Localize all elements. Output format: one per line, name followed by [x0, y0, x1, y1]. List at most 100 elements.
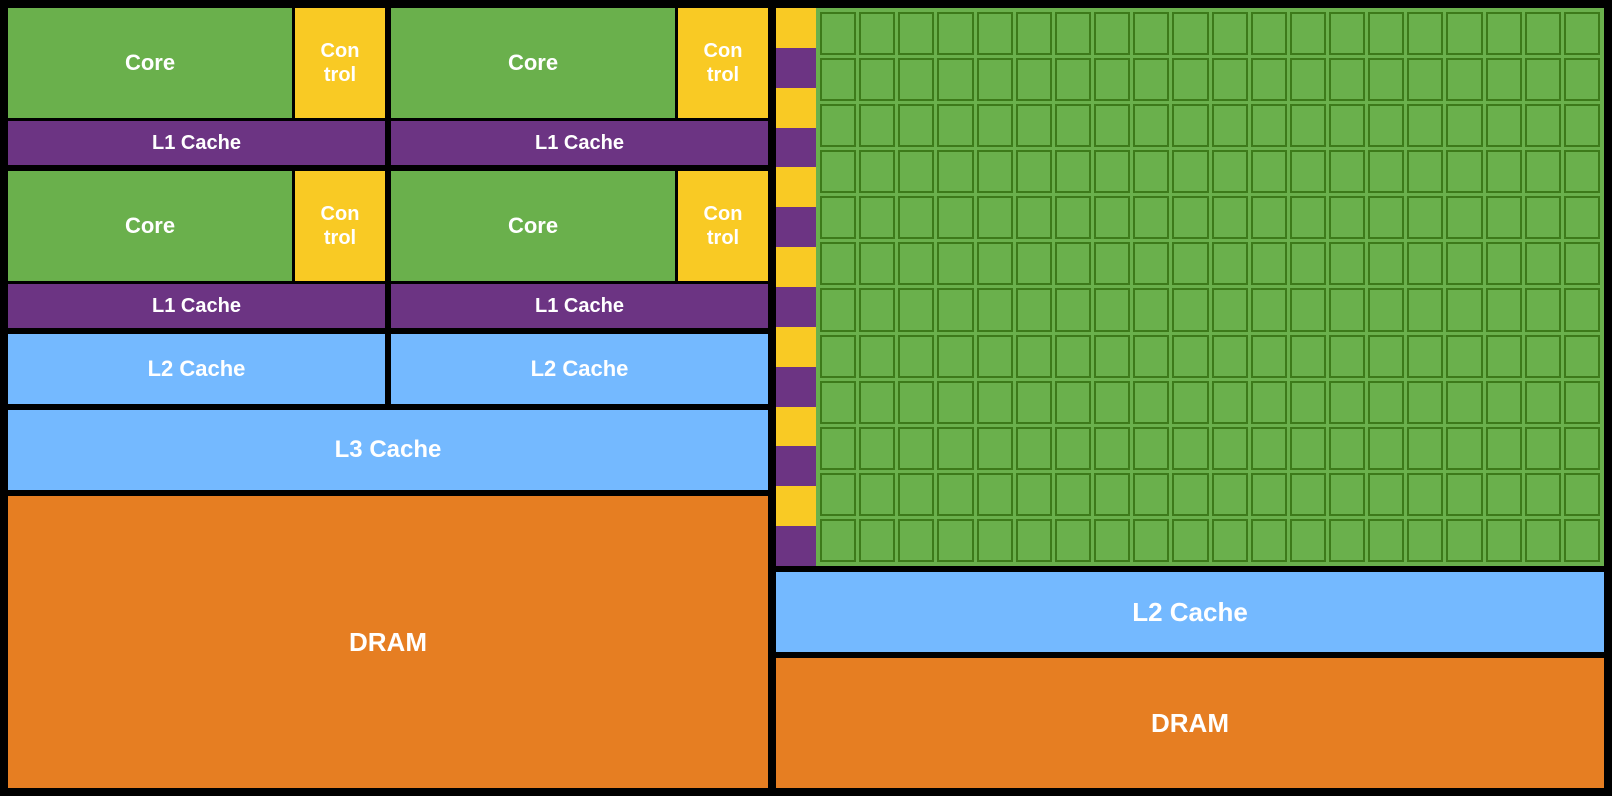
stripe-8: [776, 287, 816, 327]
gpu-core-cell: [1368, 150, 1404, 193]
gpu-core-cell: [820, 335, 856, 378]
gpu-core-cell: [1407, 427, 1443, 470]
cores-top-row: Core Control L1 Cache Core Control: [8, 8, 768, 165]
gpu-core-cell: [1172, 58, 1208, 101]
stripe-12: [776, 446, 816, 486]
gpu-core-cell: [1055, 473, 1091, 516]
gpu-core-cell: [1212, 150, 1248, 193]
gpu-core-cell: [820, 288, 856, 331]
core-2: Core: [391, 8, 675, 118]
gpu-core-cell: [977, 427, 1013, 470]
gpu-core-cell: [1055, 381, 1091, 424]
gpu-core-cell: [1290, 427, 1326, 470]
core-group-1: Core Control L1 Cache: [8, 8, 385, 165]
gpu-core-cell: [1329, 335, 1365, 378]
gpu-core-cell: [859, 242, 895, 285]
gpu-core-cell: [898, 519, 934, 562]
core-4: Core: [391, 171, 675, 281]
gpu-core-cell: [1329, 104, 1365, 147]
gpu-core-cell: [1486, 150, 1522, 193]
gpu-core-cell: [1564, 519, 1600, 562]
gpu-core-cell: [1133, 150, 1169, 193]
gpu-core-cell: [1251, 427, 1287, 470]
gpu-core-cell: [1251, 473, 1287, 516]
gpu-core-cell: [1329, 427, 1365, 470]
l1-cache-4-label: L1 Cache: [535, 295, 624, 318]
gpu-core-cell: [1486, 196, 1522, 239]
gpu-core-cell: [1446, 519, 1482, 562]
gpu-core-cell: [1290, 335, 1326, 378]
gpu-core-cell: [1016, 288, 1052, 331]
gpu-core-cell: [977, 104, 1013, 147]
gpu-cores-section: [776, 8, 1604, 566]
gpu-core-cell: [1094, 12, 1130, 55]
gpu-core-cell: [977, 150, 1013, 193]
gpu-core-cell: [1446, 12, 1482, 55]
gpu-core-cell: [977, 58, 1013, 101]
gpu-core-cell: [937, 12, 973, 55]
gpu-core-cell: [937, 381, 973, 424]
gpu-core-cell: [1016, 104, 1052, 147]
gpu-core-cell: [1016, 427, 1052, 470]
gpu-core-cell: [1486, 335, 1522, 378]
gpu-core-cell: [820, 427, 856, 470]
gpu-core-cell: [1133, 196, 1169, 239]
gpu-core-cell: [1016, 473, 1052, 516]
gpu-core-cell: [1133, 242, 1169, 285]
control-2-label: Control: [704, 39, 743, 87]
gpu-core-cell: [1212, 288, 1248, 331]
gpu-core-cell: [977, 381, 1013, 424]
gpu-core-cell: [977, 242, 1013, 285]
gpu-core-cell: [1212, 58, 1248, 101]
gpu-core-cell: [1251, 12, 1287, 55]
gpu-core-cell: [1564, 104, 1600, 147]
gpu-core-cell: [1407, 58, 1443, 101]
gpu-core-cell: [1133, 335, 1169, 378]
gpu-core-grid: [816, 8, 1604, 566]
gpu-core-cell: [1446, 288, 1482, 331]
gpu-core-cell: [1525, 150, 1561, 193]
gpu-core-cell: [859, 12, 895, 55]
gpu-core-cell: [1564, 58, 1600, 101]
gpu-core-cell: [1407, 519, 1443, 562]
gpu-core-cell: [1094, 196, 1130, 239]
gpu-core-cell: [1212, 335, 1248, 378]
gpu-core-cell: [1212, 12, 1248, 55]
gpu-core-cell: [1446, 242, 1482, 285]
gpu-core-cell: [1172, 104, 1208, 147]
gpu-core-cell: [1172, 242, 1208, 285]
gpu-core-cell: [1055, 196, 1091, 239]
gpu-core-cell: [1329, 381, 1365, 424]
stripe-7: [776, 247, 816, 287]
gpu-l2-label: L2 Cache: [1132, 597, 1248, 628]
gpu-core-cell: [937, 473, 973, 516]
gpu-core-cell: [1407, 381, 1443, 424]
gpu-core-cell: [1133, 12, 1169, 55]
gpu-core-cell: [859, 381, 895, 424]
core-2-label: Core: [508, 50, 558, 76]
gpu-core-cell: [1368, 288, 1404, 331]
gpu-core-cell: [1172, 519, 1208, 562]
gpu-core-cell: [1251, 150, 1287, 193]
gpu-core-cell: [859, 335, 895, 378]
gpu-core-cell: [1525, 381, 1561, 424]
stripe-14: [776, 526, 816, 566]
gpu-core-cell: [1329, 519, 1365, 562]
gpu-core-cell: [859, 196, 895, 239]
core-2-with-control: Core Control: [391, 8, 768, 118]
stripe-13: [776, 486, 816, 526]
gpu-core-cell: [1016, 381, 1052, 424]
gpu-core-cell: [1525, 12, 1561, 55]
gpu-core-cell: [1564, 427, 1600, 470]
gpu-core-cell: [1094, 519, 1130, 562]
gpu-core-cell: [859, 427, 895, 470]
gpu-core-cell: [1525, 473, 1561, 516]
gpu-core-cell: [1172, 473, 1208, 516]
gpu-core-cell: [1564, 12, 1600, 55]
core-1: Core: [8, 8, 292, 118]
gpu-core-cell: [1368, 381, 1404, 424]
gpu-core-cell: [898, 12, 934, 55]
gpu-core-cell: [1055, 335, 1091, 378]
gpu-core-cell: [977, 196, 1013, 239]
gpu-core-cell: [820, 473, 856, 516]
